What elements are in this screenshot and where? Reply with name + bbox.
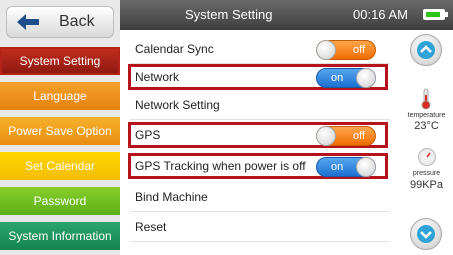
back-arrow-icon [17,14,39,30]
setting-row-gps: GPS off [120,122,390,150]
setting-label: Network [135,70,180,84]
pressure-gauge-icon [418,148,436,166]
menu-item-system-setting[interactable]: System Setting [0,47,120,75]
right-panel: temperature 23°C pressure 99KPa [400,30,453,255]
divider [130,211,390,212]
setting-label: Reset [135,220,167,234]
pressure-label: pressure [412,170,441,177]
scroll-down-circle [417,225,435,243]
setting-row-calendar-sync: Calendar Sync off [120,36,390,64]
menu-item-set-calendar[interactable]: Set Calendar [0,152,120,180]
toggle-knob [316,126,336,146]
divider [130,119,390,120]
gps-tracking-toggle[interactable]: on [316,157,376,177]
setting-row-bind-machine[interactable]: Bind Machine [120,184,390,212]
setting-row-network-setting[interactable]: Network Setting [120,92,390,120]
temperature-value: 23°C [414,120,439,132]
scroll-up-button[interactable] [410,34,442,66]
setting-label: GPS [135,128,161,142]
back-label: Back [59,13,95,30]
network-toggle[interactable]: on [316,68,376,88]
toggle-knob [316,40,336,60]
setting-row-gps-tracking: GPS Tracking when power is off on [120,153,390,181]
toggle-state: off [352,130,365,142]
battery-level [426,12,440,17]
battery-icon [423,9,445,20]
gps-toggle[interactable]: off [316,126,376,146]
pressure-value: 99KPa [409,179,444,191]
thermometer-icon [421,88,431,110]
clock: 00:16 AM [353,7,408,22]
toggle-state: off [352,44,365,56]
setting-label: Bind Machine [135,190,208,204]
gauge-needle [426,152,431,158]
setting-label: Calendar Sync [135,42,214,56]
divider [130,241,390,242]
page-title: System Setting [185,7,273,22]
scroll-down-button[interactable] [410,218,442,250]
setting-label: Network Setting [135,98,220,112]
toggle-knob [356,68,376,88]
settings-list: Calendar Sync off Network on Network Set… [120,30,400,255]
toggle-knob [356,157,376,177]
scroll-up-circle [417,41,435,59]
top-bar: System Setting 00:16 AM [120,0,453,30]
toggle-state: on [331,161,344,173]
setting-row-network: Network on [120,64,390,92]
menu-item-system-information[interactable]: System Information [0,222,120,250]
menu-item-password[interactable]: Password [0,187,120,215]
calendar-sync-toggle[interactable]: off [316,40,376,60]
chevron-down-icon [420,231,432,239]
setting-row-reset[interactable]: Reset [120,214,390,242]
menu-item-power-save-option[interactable]: Power Save Option [0,117,120,145]
back-button[interactable]: Back [6,6,114,38]
chevron-up-icon [420,45,432,53]
temperature-label: temperature [407,112,446,119]
setting-label: GPS Tracking when power is off [135,159,306,173]
toggle-state: on [331,72,344,84]
menu-item-language[interactable]: Language [0,82,120,110]
battery-tip [445,12,448,17]
sidebar: Back System Setting Language Power Save … [0,0,120,255]
